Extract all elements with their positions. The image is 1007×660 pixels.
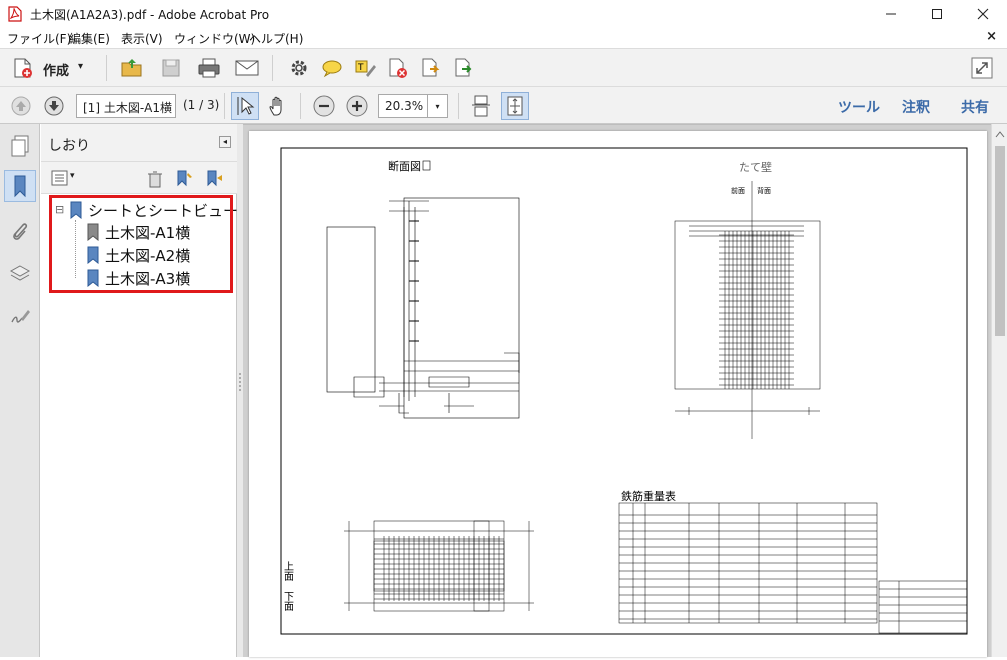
close-document-button[interactable]: × <box>986 29 997 44</box>
navigation-toolbar: [1] 土木図-A1横 (1 / 3) 20.3% ▾ ツール 注釈 共有 <box>0 86 1007 124</box>
minimize-button[interactable] <box>868 0 914 28</box>
options-menu-icon[interactable] <box>51 170 69 189</box>
menu-window[interactable]: ウィンドウ(W) <box>174 30 255 47</box>
menu-file[interactable]: ファイル(F) <box>7 30 71 47</box>
layers-button[interactable] <box>4 258 36 290</box>
page-thumbnails-icon <box>11 135 29 157</box>
select-tool-icon[interactable] <box>231 92 259 120</box>
print-icon[interactable] <box>196 55 222 81</box>
highlight-text-icon[interactable]: T <box>352 55 378 81</box>
menu-bar: ファイル(F) 編集(E) 表示(V) ウィンドウ(W) ヘルプ(H) × <box>0 28 1007 48</box>
insert-page-icon[interactable] <box>451 55 477 81</box>
comment-link[interactable]: 注釈 <box>902 97 930 117</box>
fit-page-icon[interactable] <box>501 92 529 120</box>
next-page-icon[interactable] <box>41 93 67 119</box>
attachments-button[interactable] <box>4 216 36 248</box>
menu-view[interactable]: 表示(V) <box>121 30 163 47</box>
settings-gear-icon[interactable] <box>286 55 312 81</box>
email-icon[interactable] <box>234 55 260 81</box>
section-label: 断面図 <box>388 159 421 173</box>
comment-bubble-icon[interactable] <box>319 55 345 81</box>
close-button[interactable] <box>960 0 1006 28</box>
back-label: 背面 <box>757 186 771 195</box>
tools-link[interactable]: ツール <box>838 97 880 117</box>
collapse-panel-button[interactable]: ◂ <box>219 136 231 148</box>
title-bar: 土木図(A1A2A3).pdf - Adobe Acrobat Pro <box>0 0 1007 28</box>
bookmarks-panel-title: しおり <box>48 138 90 154</box>
signature-pen-icon <box>11 310 30 323</box>
create-pdf-icon <box>10 55 36 81</box>
zoom-level-input[interactable]: 20.3% ▾ <box>378 94 448 118</box>
delete-bookmark-icon[interactable] <box>147 170 163 191</box>
main-toolbar: 作成 ▾ T <box>0 48 1007 86</box>
options-dropdown-caret[interactable]: ▾ <box>70 171 75 181</box>
rebar-table <box>618 502 878 624</box>
title-block <box>878 580 968 634</box>
scroll-mode-icon[interactable] <box>468 93 494 119</box>
minimize-icon <box>886 13 896 15</box>
plan-upper-label: 上面 <box>282 561 294 582</box>
new-bookmark-from-structure-icon[interactable] <box>205 169 223 190</box>
wall-view <box>674 181 821 439</box>
wall-label: たて壁 <box>739 160 772 174</box>
scroll-up-icon[interactable] <box>995 130 1005 138</box>
zoom-dropdown-caret[interactable]: ▾ <box>427 95 447 117</box>
expand-view-icon[interactable] <box>969 55 995 81</box>
rebar-table-title: 鉄筋重量表 <box>621 489 676 503</box>
bookmark-icon <box>14 175 26 198</box>
acrobat-pdf-icon <box>8 6 22 22</box>
delete-page-icon[interactable] <box>385 55 411 81</box>
engineering-drawing: 断面図 たて壁 前面 背面 上面 下面 鉄筋重量表 <box>280 147 968 635</box>
create-dropdown-caret[interactable]: ▾ <box>78 61 83 72</box>
highlight-box <box>49 195 233 293</box>
vertical-scrollbar[interactable] <box>991 124 1007 657</box>
zoom-value: 20.3% <box>385 99 424 113</box>
navigation-pane-rail <box>0 124 40 657</box>
create-button[interactable]: 作成 <box>43 60 69 79</box>
plan-view <box>344 520 534 612</box>
maximize-button[interactable] <box>914 0 960 28</box>
pdf-page: 断面図 たて壁 前面 背面 上面 下面 鉄筋重量表 <box>249 131 987 657</box>
section-view <box>326 197 520 419</box>
svg-text:T: T <box>357 63 364 73</box>
zoom-out-icon[interactable] <box>311 93 337 119</box>
close-icon <box>977 8 989 20</box>
menu-help[interactable]: ヘルプ(H) <box>249 30 303 47</box>
paperclip-icon <box>13 223 28 240</box>
share-link[interactable]: 共有 <box>961 97 989 117</box>
page-count: (1 / 3) <box>183 98 220 112</box>
window-title: 土木図(A1A2A3).pdf - Adobe Acrobat Pro <box>30 8 270 22</box>
menu-edit[interactable]: 編集(E) <box>69 30 110 47</box>
bookmarks-toolbar: ▾ <box>41 162 237 194</box>
scrollbar-thumb[interactable] <box>995 146 1005 336</box>
save-icon[interactable] <box>158 55 184 81</box>
hand-tool-icon[interactable] <box>266 93 292 119</box>
bookmarks-button[interactable] <box>4 170 36 202</box>
page-thumbnails-button[interactable] <box>4 130 36 162</box>
layers-icon <box>9 265 31 281</box>
page-number-input[interactable]: [1] 土木図-A1横 <box>76 94 176 118</box>
export-page-icon[interactable] <box>418 55 444 81</box>
plan-lower-label: 下面 <box>282 591 294 612</box>
front-label: 前面 <box>731 186 745 195</box>
zoom-in-icon[interactable] <box>344 93 370 119</box>
bookmarks-panel-header: しおり ◂ <box>41 124 237 162</box>
previous-page-icon[interactable] <box>8 93 34 119</box>
open-folder-icon[interactable] <box>119 55 145 81</box>
signatures-button[interactable] <box>4 300 36 332</box>
document-view[interactable]: 断面図 たて壁 前面 背面 上面 下面 鉄筋重量表 <box>243 124 991 657</box>
new-bookmark-icon[interactable] <box>175 169 193 190</box>
maximize-icon <box>932 9 942 19</box>
